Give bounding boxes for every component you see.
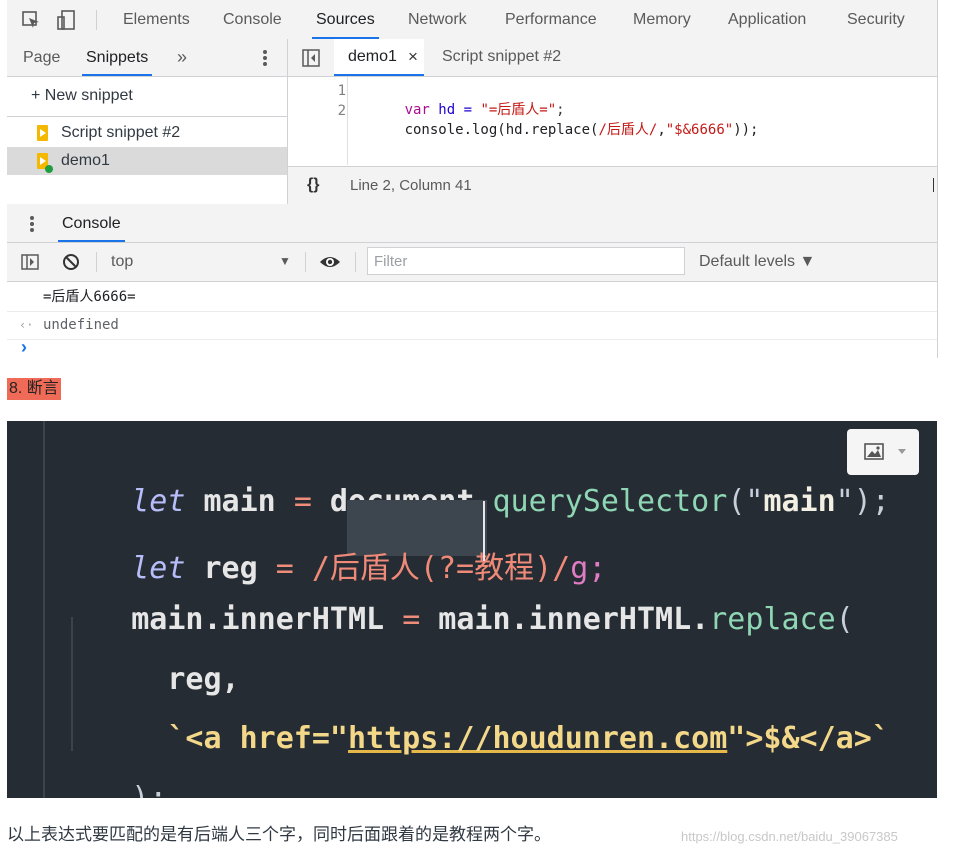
nav-tab-snippets[interactable]: Snippets — [81, 39, 153, 76]
console-prompt[interactable]: › — [7, 337, 937, 358]
devtools-panel: Elements Console Sources Network Perform… — [7, 0, 938, 358]
pretty-print-button[interactable]: {} — [307, 176, 319, 194]
image-icon — [864, 443, 884, 460]
code-line: console.log(hd.replace(/后盾人/,"$&6666")); — [354, 103, 759, 155]
show-sidebar-icon[interactable] — [21, 254, 39, 270]
indent-guide — [43, 421, 45, 798]
tab-console[interactable]: Console — [223, 0, 282, 39]
drawer-header: Console — [7, 204, 937, 243]
punctuation: ); — [131, 781, 167, 798]
snippets-list: + New snippet Script snippet #2 demo1 — [7, 77, 287, 202]
new-snippet-button[interactable]: + New snippet — [7, 82, 287, 110]
console-filter-input[interactable]: Filter — [367, 247, 685, 275]
code-screenshot-image: let main = document.querySelector("main"… — [7, 421, 937, 798]
punctuation: (" — [727, 484, 764, 519]
string-literal: "$&6666" — [665, 122, 734, 138]
editor-tab-script-snippet[interactable]: Script snippet #2 — [442, 48, 561, 66]
drawer-tab-console[interactable]: Console — [58, 204, 125, 242]
context-selector[interactable]: top — [111, 253, 133, 271]
text-cursor — [483, 501, 485, 561]
tab-memory[interactable]: Memory — [633, 0, 691, 39]
url-text: https://houdunren.com — [348, 721, 728, 756]
devtools-main-toolbar: Elements Console Sources Network Perform… — [7, 0, 937, 40]
chevron-down-icon — [898, 449, 906, 454]
code-text: console.log(hd.replace( — [404, 122, 599, 138]
editor-tab-demo1[interactable]: demo1 × — [334, 39, 424, 76]
caption-text: 以上表达式要匹配的是有后端人三个字，同时后面跟着的是教程两个字。 — [7, 825, 551, 844]
toggle-navigator-icon[interactable] — [302, 49, 320, 67]
close-tab-icon[interactable]: × — [408, 47, 418, 67]
function-name: replace — [709, 602, 836, 637]
watermark-text: https://blog.csdn.net/baidu_39067385 — [681, 829, 898, 844]
line-number: 2 — [337, 103, 346, 119]
editor-tab-label: demo1 — [348, 48, 397, 65]
navigator-tabs: Page Snippets » — [7, 39, 287, 77]
editor-status-bar: {} Line 2, Column 41 — [288, 166, 937, 205]
prompt-chevron-icon: › — [21, 337, 27, 357]
section-heading: 8. 断言 — [7, 378, 61, 400]
tab-sources[interactable]: Sources — [312, 0, 379, 39]
regex-literal: /后盾人/ — [598, 122, 658, 138]
running-indicator-icon — [45, 165, 53, 173]
snippet-name: demo1 — [61, 152, 110, 169]
tab-network[interactable]: Network — [408, 0, 467, 39]
snippet-name: Script snippet #2 — [61, 124, 181, 141]
template-literal: ">$&</a>` — [727, 721, 890, 756]
result-arrow-icon: ‹· — [19, 318, 34, 332]
cursor-position: Line 2, Column 41 — [350, 177, 472, 194]
operator: = — [402, 602, 421, 637]
drawer-menu-icon[interactable] — [29, 214, 35, 234]
line-number: 1 — [337, 83, 346, 99]
tab-performance[interactable]: Performance — [505, 0, 597, 39]
snippet-file-icon — [37, 125, 48, 141]
nav-tab-page[interactable]: Page — [23, 39, 60, 76]
punctuation: ( — [835, 602, 854, 637]
navigator-menu-icon[interactable] — [262, 48, 268, 68]
text-cursor — [933, 178, 934, 192]
console-result-line: ‹· undefined — [7, 311, 937, 340]
tab-elements[interactable]: Elements — [123, 0, 190, 39]
code-editor[interactable]: 1 var hd = "=后盾人="; 2 console.log(hd.rep… — [288, 77, 937, 165]
snippet-item[interactable]: Script snippet #2 — [7, 119, 287, 147]
snippet-item-selected[interactable]: demo1 — [7, 147, 287, 175]
live-expression-eye-icon[interactable] — [319, 254, 341, 270]
code-text: )); — [733, 122, 759, 138]
clear-console-icon[interactable] — [62, 253, 80, 271]
code-line: `<a href="https://houdunren.com">$&</a>` — [59, 686, 890, 791]
log-text: =后盾人6666= — [43, 289, 136, 305]
inspect-element-icon[interactable] — [21, 10, 41, 30]
string-literal: main — [763, 484, 836, 519]
tab-security[interactable]: Security — [847, 0, 905, 39]
editor-tabs: demo1 × Script snippet #2 — [288, 39, 937, 77]
gutter-divider — [347, 77, 348, 165]
tab-application[interactable]: Application — [728, 0, 806, 39]
device-toolbar-icon[interactable] — [57, 9, 77, 31]
default-levels-dropdown[interactable]: Default levels ▼ — [699, 253, 815, 271]
image-options-button[interactable] — [847, 429, 919, 475]
context-dropdown-icon[interactable]: ▼ — [279, 254, 291, 268]
punctuation: "); — [835, 484, 890, 519]
console-log-line: =后盾人6666= — [7, 283, 937, 312]
code-text: , — [657, 122, 666, 138]
identifier: main.innerHTML. — [420, 602, 710, 637]
code-line: ); — [59, 746, 167, 798]
more-tabs-icon[interactable]: » — [177, 39, 187, 76]
result-text: undefined — [43, 317, 119, 333]
